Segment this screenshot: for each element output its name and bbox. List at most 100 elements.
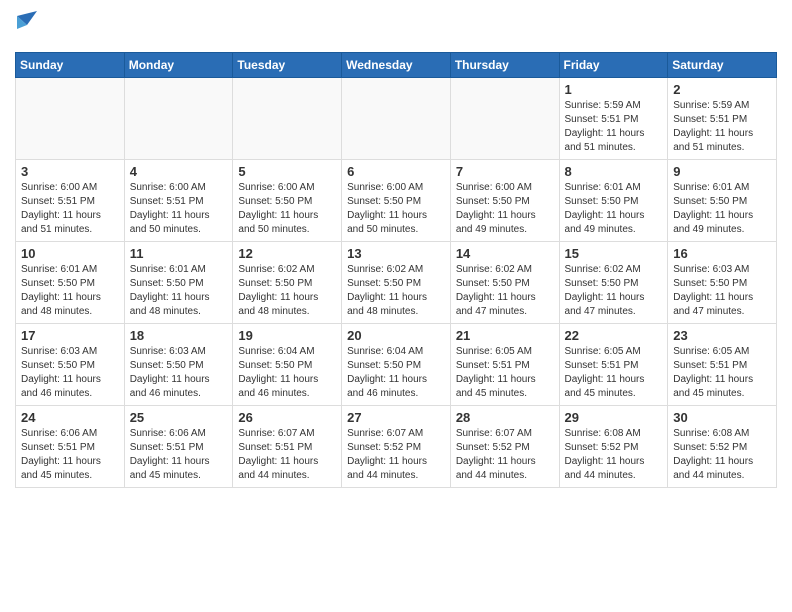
weekday-monday: Monday: [124, 52, 233, 77]
day-number: 6: [347, 164, 445, 179]
calendar-cell: 15 Sunrise: 6:02 AM Sunset: 5:50 PM Dayli…: [559, 241, 668, 323]
calendar-cell: 3 Sunrise: 6:00 AM Sunset: 5:51 PM Daylig…: [16, 159, 125, 241]
week-row-3: 10 Sunrise: 6:01 AM Sunset: 5:50 PM Dayli…: [16, 241, 777, 323]
day-info: Sunrise: 6:03 AM Sunset: 5:50 PM Dayligh…: [130, 345, 228, 401]
day-info: Sunrise: 6:06 AM Sunset: 5:51 PM Dayligh…: [21, 427, 119, 483]
weekday-saturday: Saturday: [668, 52, 777, 77]
day-info: Sunrise: 6:01 AM Sunset: 5:50 PM Dayligh…: [130, 263, 228, 319]
day-info: Sunrise: 6:05 AM Sunset: 5:51 PM Dayligh…: [565, 345, 663, 401]
day-info: Sunrise: 6:07 AM Sunset: 5:52 PM Dayligh…: [456, 427, 554, 483]
calendar-cell: 25 Sunrise: 6:06 AM Sunset: 5:51 PM Dayli…: [124, 405, 233, 487]
calendar-cell: 11 Sunrise: 6:01 AM Sunset: 5:50 PM Dayli…: [124, 241, 233, 323]
day-number: 16: [673, 246, 771, 261]
day-number: 11: [130, 246, 228, 261]
day-number: 21: [456, 328, 554, 343]
day-number: 24: [21, 410, 119, 425]
day-number: 23: [673, 328, 771, 343]
week-row-2: 3 Sunrise: 6:00 AM Sunset: 5:51 PM Daylig…: [16, 159, 777, 241]
day-info: Sunrise: 6:01 AM Sunset: 5:50 PM Dayligh…: [565, 181, 663, 237]
weekday-sunday: Sunday: [16, 52, 125, 77]
calendar-cell: 27Sunrise: 6:07 AM Sunset: 5:52 PM Dayli…: [342, 405, 451, 487]
calendar-cell: 14 Sunrise: 6:02 AM Sunset: 5:50 PM Dayli…: [450, 241, 559, 323]
day-number: 5: [238, 164, 336, 179]
day-info: Sunrise: 6:06 AM Sunset: 5:51 PM Dayligh…: [130, 427, 228, 483]
day-number: 28: [456, 410, 554, 425]
calendar-cell: 4 Sunrise: 6:00 AM Sunset: 5:51 PM Daylig…: [124, 159, 233, 241]
day-number: 26: [238, 410, 336, 425]
day-number: 14: [456, 246, 554, 261]
weekday-header-row: SundayMondayTuesdayWednesdayThursdayFrid…: [16, 52, 777, 77]
day-info: Sunrise: 5:59 AM Sunset: 5:51 PM Dayligh…: [673, 99, 771, 155]
calendar-cell: 2Sunrise: 5:59 AM Sunset: 5:51 PM Daylig…: [668, 77, 777, 159]
calendar-cell: 22 Sunrise: 6:05 AM Sunset: 5:51 PM Dayli…: [559, 323, 668, 405]
day-number: 17: [21, 328, 119, 343]
calendar-cell: 16 Sunrise: 6:03 AM Sunset: 5:50 PM Dayli…: [668, 241, 777, 323]
day-number: 13: [347, 246, 445, 261]
calendar-cell: 9 Sunrise: 6:01 AM Sunset: 5:50 PM Daylig…: [668, 159, 777, 241]
day-number: 29: [565, 410, 663, 425]
day-info: Sunrise: 6:02 AM Sunset: 5:50 PM Dayligh…: [456, 263, 554, 319]
day-info: Sunrise: 6:08 AM Sunset: 5:52 PM Dayligh…: [673, 427, 771, 483]
calendar-cell: 17 Sunrise: 6:03 AM Sunset: 5:50 PM Dayli…: [16, 323, 125, 405]
calendar-cell: 1 Sunrise: 5:59 AM Sunset: 5:51 PM Daylig…: [559, 77, 668, 159]
day-info: Sunrise: 6:07 AM Sunset: 5:51 PM Dayligh…: [238, 427, 336, 483]
logo-text: [15, 15, 37, 44]
day-info: Sunrise: 6:01 AM Sunset: 5:50 PM Dayligh…: [21, 263, 119, 319]
calendar-cell: [16, 77, 125, 159]
day-number: 20: [347, 328, 445, 343]
calendar-cell: 20 Sunrise: 6:04 AM Sunset: 5:50 PM Dayli…: [342, 323, 451, 405]
day-info: Sunrise: 6:02 AM Sunset: 5:50 PM Dayligh…: [565, 263, 663, 319]
calendar-cell: 26 Sunrise: 6:07 AM Sunset: 5:51 PM Dayli…: [233, 405, 342, 487]
day-number: 8: [565, 164, 663, 179]
day-number: 25: [130, 410, 228, 425]
day-number: 19: [238, 328, 336, 343]
day-number: 7: [456, 164, 554, 179]
calendar-cell: 18 Sunrise: 6:03 AM Sunset: 5:50 PM Dayli…: [124, 323, 233, 405]
day-info: Sunrise: 6:04 AM Sunset: 5:50 PM Dayligh…: [347, 345, 445, 401]
calendar-cell: 19Sunrise: 6:04 AM Sunset: 5:50 PM Dayli…: [233, 323, 342, 405]
calendar-cell: 12 Sunrise: 6:02 AM Sunset: 5:50 PM Dayli…: [233, 241, 342, 323]
day-info: Sunrise: 6:00 AM Sunset: 5:50 PM Dayligh…: [456, 181, 554, 237]
weekday-wednesday: Wednesday: [342, 52, 451, 77]
day-info: Sunrise: 5:59 AM Sunset: 5:51 PM Dayligh…: [565, 99, 663, 155]
day-info: Sunrise: 6:02 AM Sunset: 5:50 PM Dayligh…: [238, 263, 336, 319]
day-info: Sunrise: 6:01 AM Sunset: 5:50 PM Dayligh…: [673, 181, 771, 237]
day-info: Sunrise: 6:03 AM Sunset: 5:50 PM Dayligh…: [673, 263, 771, 319]
calendar-cell: 30 Sunrise: 6:08 AM Sunset: 5:52 PM Dayli…: [668, 405, 777, 487]
day-info: Sunrise: 6:05 AM Sunset: 5:51 PM Dayligh…: [673, 345, 771, 401]
calendar-cell: 8 Sunrise: 6:01 AM Sunset: 5:50 PM Daylig…: [559, 159, 668, 241]
week-row-5: 24 Sunrise: 6:06 AM Sunset: 5:51 PM Dayli…: [16, 405, 777, 487]
calendar-cell: 13 Sunrise: 6:02 AM Sunset: 5:50 PM Dayli…: [342, 241, 451, 323]
day-number: 18: [130, 328, 228, 343]
day-number: 10: [21, 246, 119, 261]
calendar-cell: 24 Sunrise: 6:06 AM Sunset: 5:51 PM Dayli…: [16, 405, 125, 487]
weekday-tuesday: Tuesday: [233, 52, 342, 77]
day-info: Sunrise: 6:03 AM Sunset: 5:50 PM Dayligh…: [21, 345, 119, 401]
weekday-thursday: Thursday: [450, 52, 559, 77]
calendar-cell: 7 Sunrise: 6:00 AM Sunset: 5:50 PM Daylig…: [450, 159, 559, 241]
calendar-cell: 10 Sunrise: 6:01 AM Sunset: 5:50 PM Dayli…: [16, 241, 125, 323]
day-info: Sunrise: 6:05 AM Sunset: 5:51 PM Dayligh…: [456, 345, 554, 401]
week-row-4: 17 Sunrise: 6:03 AM Sunset: 5:50 PM Dayli…: [16, 323, 777, 405]
day-info: Sunrise: 6:00 AM Sunset: 5:51 PM Dayligh…: [130, 181, 228, 237]
day-number: 4: [130, 164, 228, 179]
calendar-cell: 28 Sunrise: 6:07 AM Sunset: 5:52 PM Dayli…: [450, 405, 559, 487]
logo-bird-icon: [17, 11, 37, 39]
day-info: Sunrise: 6:00 AM Sunset: 5:51 PM Dayligh…: [21, 181, 119, 237]
day-number: 22: [565, 328, 663, 343]
calendar-cell: 5Sunrise: 6:00 AM Sunset: 5:50 PM Daylig…: [233, 159, 342, 241]
calendar-cell: [233, 77, 342, 159]
page: SundayMondayTuesdayWednesdayThursdayFrid…: [0, 0, 792, 503]
calendar-cell: 23 Sunrise: 6:05 AM Sunset: 5:51 PM Dayli…: [668, 323, 777, 405]
day-number: 1: [565, 82, 663, 97]
day-info: Sunrise: 6:02 AM Sunset: 5:50 PM Dayligh…: [347, 263, 445, 319]
day-number: 9: [673, 164, 771, 179]
calendar-cell: 29Sunrise: 6:08 AM Sunset: 5:52 PM Dayli…: [559, 405, 668, 487]
day-number: 12: [238, 246, 336, 261]
day-number: 3: [21, 164, 119, 179]
day-number: 30: [673, 410, 771, 425]
calendar-cell: [342, 77, 451, 159]
calendar-table: SundayMondayTuesdayWednesdayThursdayFrid…: [15, 52, 777, 488]
day-number: 15: [565, 246, 663, 261]
calendar-cell: 6Sunrise: 6:00 AM Sunset: 5:50 PM Daylig…: [342, 159, 451, 241]
